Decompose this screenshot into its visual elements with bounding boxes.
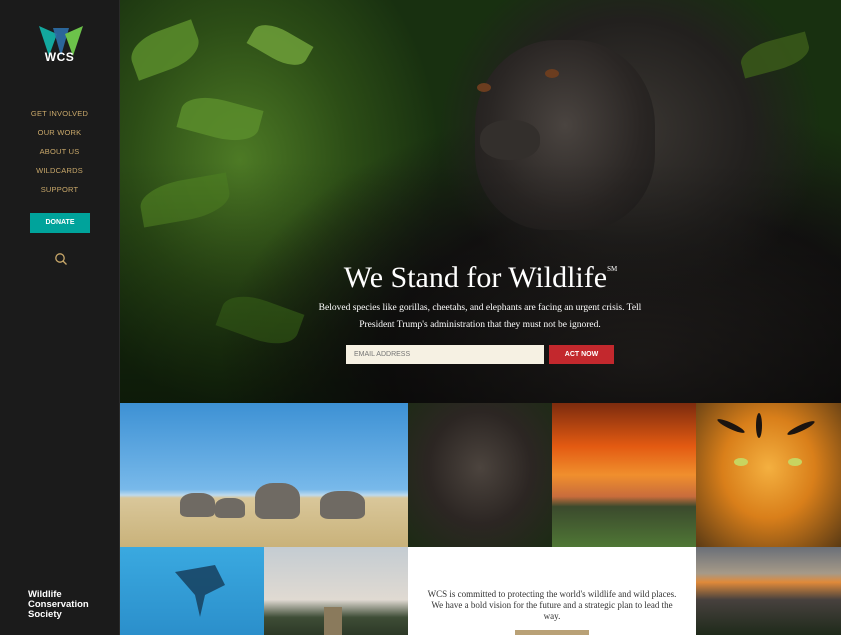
temple-shape — [324, 607, 342, 635]
search-icon[interactable] — [54, 252, 68, 266]
mission-panel: WCS is committed to protecting the world… — [408, 547, 696, 635]
service-mark: SM — [607, 265, 618, 273]
nav-support[interactable]: SUPPORT — [0, 184, 119, 203]
tile-mountain-sunset[interactable] — [696, 547, 841, 635]
elephant-shape — [320, 491, 365, 519]
tiger-stripe — [756, 413, 762, 438]
tiger-eye — [734, 458, 748, 466]
tile-temple[interactable] — [264, 547, 408, 635]
hero-title-text: We Stand for Wildlife — [343, 261, 608, 294]
learn-more-button[interactable] — [515, 630, 589, 635]
elephant-shape — [255, 483, 300, 519]
tile-tiger[interactable] — [696, 403, 841, 547]
act-now-button[interactable]: ACT NOW — [549, 345, 614, 364]
tile-elephants[interactable] — [120, 403, 408, 547]
hero: We Stand for WildlifeSM Beloved species … — [120, 0, 841, 403]
nav-about-us[interactable]: ABOUT US — [0, 146, 119, 165]
hero-title: We Stand for WildlifeSM — [120, 261, 841, 295]
footer-logo[interactable]: Wildlife Conservation Society — [28, 590, 89, 620]
manta-ray-icon — [175, 565, 225, 617]
tiger-stripe — [716, 416, 746, 436]
footer-logo-text: Wildlife Conservation Society — [28, 589, 89, 620]
main-nav: GET INVOLVED OUR WORK ABOUT US WILDCARDS… — [0, 108, 119, 203]
tiger-stripe — [786, 418, 816, 438]
hero-shade — [120, 0, 841, 403]
nav-our-work[interactable]: OUR WORK — [0, 127, 119, 146]
logo-text[interactable]: WCS — [0, 50, 119, 64]
nav-get-involved[interactable]: GET INVOLVED — [0, 108, 119, 127]
donate-button[interactable]: DONATE — [30, 213, 90, 233]
tile-gorilla[interactable] — [408, 403, 552, 547]
mission-text: WCS is committed to protecting the world… — [427, 589, 677, 621]
elephant-shape — [215, 498, 245, 518]
elephant-shape — [180, 493, 215, 517]
tile-sunset-landscape[interactable] — [552, 403, 696, 547]
tiger-eye — [788, 458, 802, 466]
nav-wildcards[interactable]: WILDCARDS — [0, 165, 119, 184]
email-input[interactable] — [346, 345, 544, 364]
hero-subtitle: Beloved species like gorillas, cheetahs,… — [318, 303, 642, 330]
tile-manta-ray[interactable] — [120, 547, 264, 635]
sidebar: WCS GET INVOLVED OUR WORK ABOUT US WILDC… — [0, 0, 120, 635]
